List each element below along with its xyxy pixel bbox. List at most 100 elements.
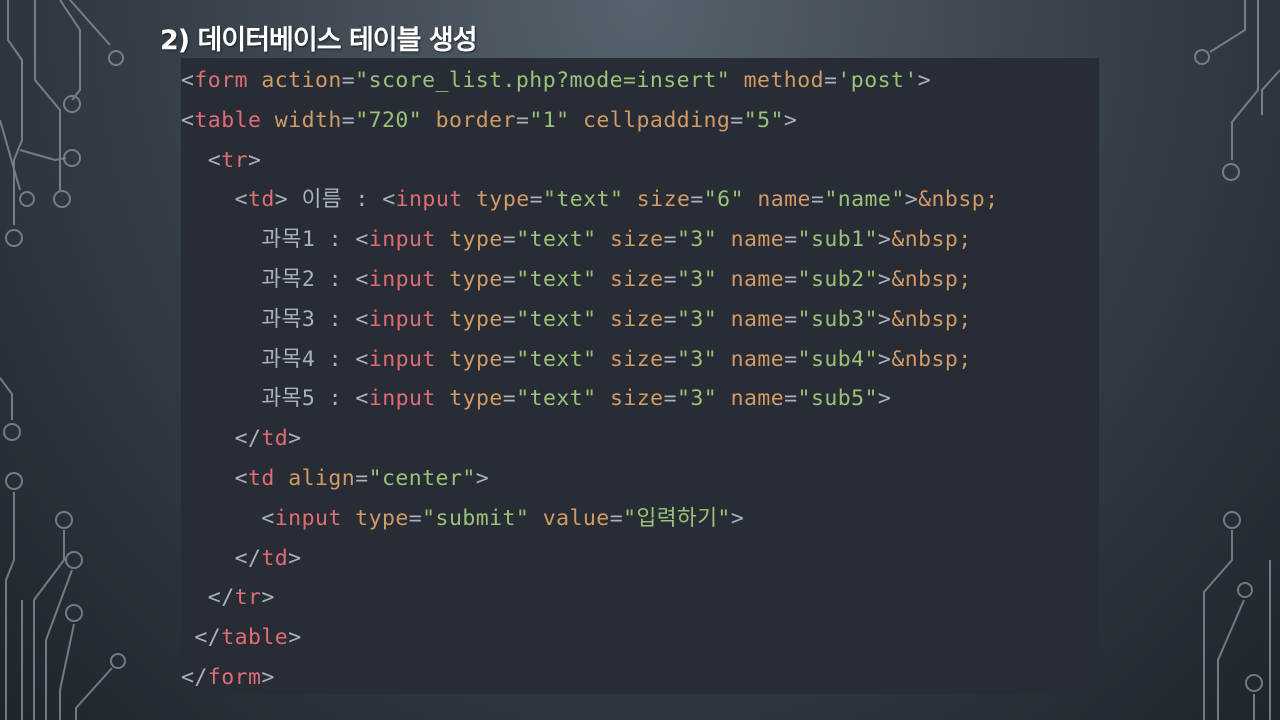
code-token-attribute: type xyxy=(449,306,503,332)
code-line: <table width="720" border="1" cellpaddin… xyxy=(181,101,1099,141)
code-token-attribute: name xyxy=(730,346,785,372)
code-token-punctuation: > xyxy=(877,386,892,412)
code-token-attribute: size xyxy=(636,187,691,213)
code-token-tag-name: input xyxy=(368,306,436,332)
code-token-punctuation xyxy=(597,307,610,332)
code-token-punctuation: < xyxy=(234,187,248,213)
code-token-attribute: width xyxy=(274,107,342,133)
code-token-punctuation: = xyxy=(355,465,369,491)
code-token-string-value: "sub4" xyxy=(797,346,878,372)
code-token-punctuation xyxy=(744,187,757,212)
code-token-punctuation xyxy=(597,347,610,372)
code-token-tag-name: td xyxy=(247,187,275,213)
code-token-string-value: "text" xyxy=(516,266,597,292)
code-token-attribute: &nbsp; xyxy=(891,306,972,332)
code-token-punctuation: > xyxy=(261,664,275,690)
code-token-punctuation xyxy=(597,267,610,292)
code-token-punctuation: = xyxy=(408,505,423,531)
code-token-attribute: &nbsp; xyxy=(891,227,972,253)
code-token-punctuation: = xyxy=(663,227,677,253)
code-token-tag-name: form xyxy=(194,68,248,93)
code-token-punctuation: = xyxy=(784,227,798,253)
code-token-text-content: 과목3 : xyxy=(261,306,356,332)
code-token-punctuation xyxy=(275,466,288,491)
slide-title: 2) 데이터베이스 테이블 생성 xyxy=(160,25,478,56)
code-token-punctuation: > xyxy=(475,465,490,491)
code-token-text-content: 과목1 : xyxy=(261,227,356,253)
code-token-attribute: type xyxy=(476,187,530,213)
code-token-attribute: type xyxy=(449,227,503,253)
code-token-attribute: type xyxy=(449,346,503,372)
code-token-string-value: "1" xyxy=(529,107,570,133)
code-token-punctuation: = xyxy=(663,266,677,292)
code-token-punctuation: = xyxy=(502,266,517,292)
code-token-punctuation: < xyxy=(355,306,369,332)
code-token-punctuation xyxy=(248,68,261,93)
code-token-string-value: "text" xyxy=(516,346,597,372)
code-token-punctuation: = xyxy=(730,107,744,133)
code-token-string-value: "5" xyxy=(743,107,784,133)
code-token-attribute: cellpadding xyxy=(582,107,731,133)
code-token-string-value: "sub3" xyxy=(797,306,878,332)
code-token-attribute: size xyxy=(609,386,664,412)
code-token-punctuation: < xyxy=(382,187,396,213)
code-token-tag-name: table xyxy=(194,107,262,133)
code-token-attribute: name xyxy=(730,306,785,332)
code-token-punctuation: > xyxy=(877,227,892,253)
code-token-string-value: "6" xyxy=(703,187,744,213)
code-token-text-content: 이름 : xyxy=(288,187,383,213)
code-token-punctuation xyxy=(597,227,610,252)
code-token-string-value: "submit" xyxy=(422,505,530,531)
code-token-punctuation: < xyxy=(261,505,275,531)
code-token-punctuation: = xyxy=(341,68,356,93)
code-token-punctuation: > xyxy=(877,306,892,332)
code-token-punctuation: < xyxy=(181,68,195,93)
code-token-text-content: 과목5 : xyxy=(261,386,356,412)
code-token-string-value: "3" xyxy=(676,346,718,372)
code-token-punctuation xyxy=(261,108,274,133)
code-token-punctuation: </ xyxy=(181,664,208,690)
code-token-attribute: value xyxy=(542,505,610,531)
code-token-attribute: &nbsp; xyxy=(891,346,972,372)
code-token-tag-name: input xyxy=(368,266,436,292)
code-token-tag-name: input xyxy=(368,386,436,412)
code-token-punctuation: < xyxy=(207,147,222,173)
code-token-string-value: "3" xyxy=(676,227,718,253)
code-token-attribute: name xyxy=(730,266,785,292)
code-token-punctuation: > xyxy=(783,107,798,133)
code-token-punctuation xyxy=(529,506,542,531)
code-token-string-value: "text" xyxy=(516,386,597,412)
code-token-tag-name: td xyxy=(247,465,275,491)
code-token-attribute: border xyxy=(435,107,516,133)
code-token-attribute: size xyxy=(609,346,664,372)
code-token-punctuation: > xyxy=(288,545,302,571)
code-token-string-value: "sub5" xyxy=(797,386,878,412)
code-token-punctuation xyxy=(436,267,449,292)
code-token-tag-name: input xyxy=(368,227,436,253)
code-token-punctuation xyxy=(623,187,636,212)
code-line: <form action="score_list.php?mode=insert… xyxy=(181,61,1099,101)
code-token-punctuation: = xyxy=(663,346,677,372)
code-token-tag-name: input xyxy=(368,346,436,372)
code-token-punctuation xyxy=(730,68,743,93)
code-token-punctuation: > xyxy=(248,147,262,173)
code-token-punctuation: < xyxy=(355,266,369,292)
code-token-tag-name: td xyxy=(261,545,289,571)
code-token-attribute: size xyxy=(609,227,664,253)
code-line: <input type="submit" value="입력하기"> xyxy=(181,499,1099,539)
code-token-punctuation: < xyxy=(355,227,369,253)
code-token-tag-name: form xyxy=(207,664,262,690)
code-token-punctuation: > xyxy=(917,68,932,93)
code-token-punctuation: = xyxy=(663,386,677,412)
code-token-attribute: size xyxy=(609,306,664,332)
code-token-punctuation: > xyxy=(904,187,919,213)
code-token-string-value: "sub1" xyxy=(797,227,878,253)
code-token-tag-name: tr xyxy=(234,585,262,611)
